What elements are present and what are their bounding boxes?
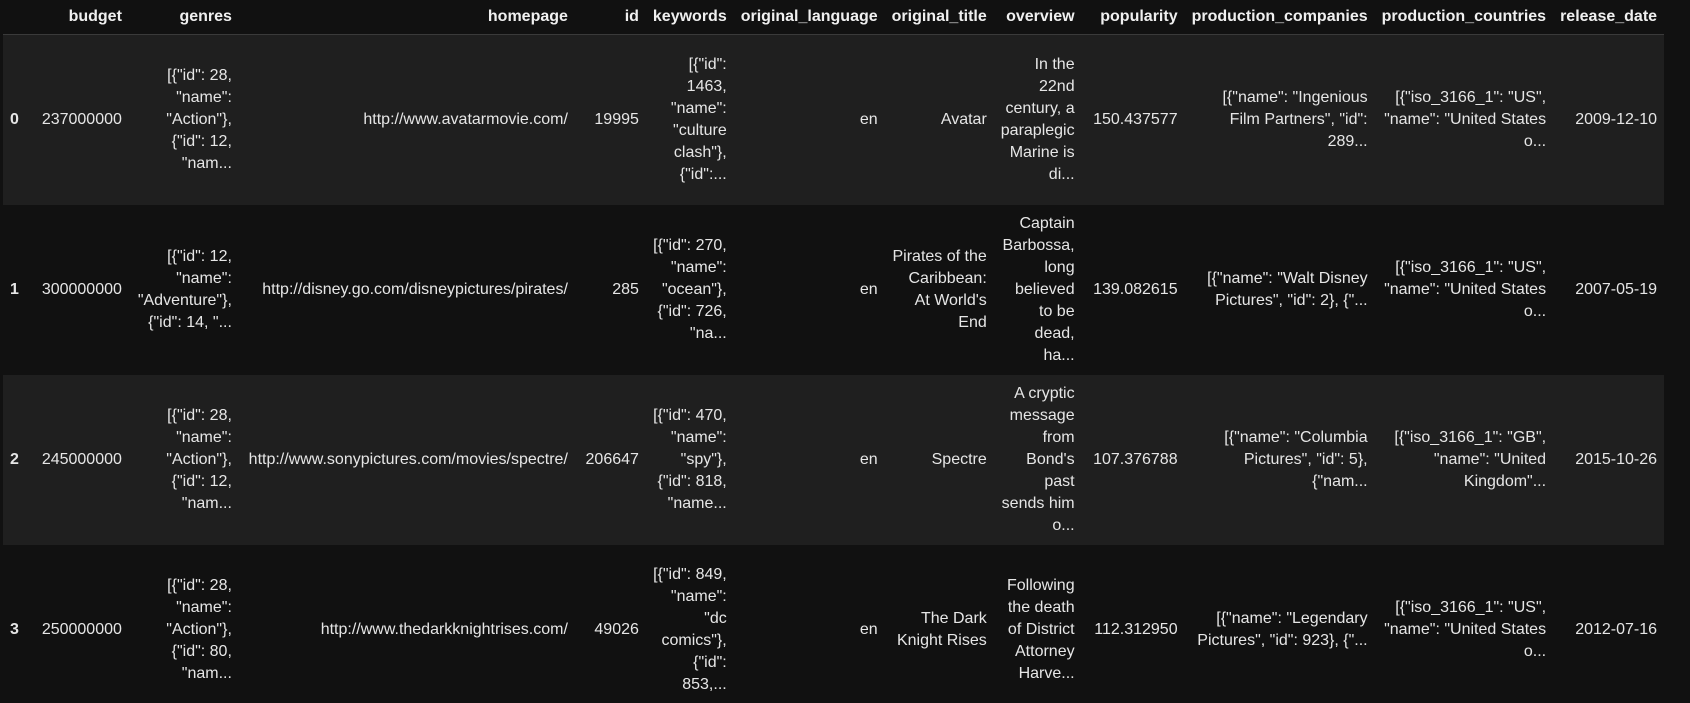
cell-genres: [{"id": 28, "name": "Action"}, {"id": 80… bbox=[129, 545, 239, 703]
cell-genres-text: [{"id": 28, "name": "Action"}, {"id": 12… bbox=[166, 406, 232, 512]
cell-keywords: [{"id": 270, "name": "ocean"}, {"id": 72… bbox=[646, 205, 734, 375]
cell-original-title-text: The Dark Knight Rises bbox=[896, 609, 987, 649]
cell-production-companies: [{"name": "Walt Disney Pictures", "id": … bbox=[1185, 205, 1375, 375]
cell-original-title: Pirates of the Caribbean: At World's End bbox=[885, 205, 994, 375]
cell-release-date: 2007-05-19 bbox=[1575, 280, 1658, 298]
cell-production-companies-text: [{"name": "Walt Disney Pictures", "id": … bbox=[1207, 269, 1368, 309]
cell-popularity: 139.082615 bbox=[1093, 280, 1178, 298]
cell-keywords-text: [{"id": 849, "name": "dc comics"}, {"id"… bbox=[653, 565, 727, 693]
cell-keywords: [{"id": 1463, "name": "culture clash"}, … bbox=[646, 35, 734, 205]
cell-production-companies-text: [{"name": "Columbia Pictures", "id": 5},… bbox=[1224, 428, 1368, 490]
row-index: 2 bbox=[10, 450, 19, 468]
cell-id: 49026 bbox=[594, 620, 639, 638]
col-header-original-title: original_title bbox=[884, 0, 994, 35]
cell-homepage: http://disney.go.com/disneypictures/pira… bbox=[262, 280, 568, 298]
cell-original-language: en bbox=[859, 110, 878, 128]
cell-budget: 237000000 bbox=[41, 110, 122, 128]
cell-keywords-text: [{"id": 1463, "name": "culture clash"}, … bbox=[670, 55, 727, 183]
cell-production-countries: [{"iso_3166_1": "GB", "name": "United Ki… bbox=[1375, 375, 1553, 545]
col-header-original-language: original_language bbox=[733, 0, 885, 35]
cell-original-title-text: Spectre bbox=[931, 450, 987, 468]
cell-overview: A cryptic message from Bond's past sends… bbox=[994, 375, 1082, 545]
cell-release-date: 2009-12-10 bbox=[1575, 110, 1658, 128]
cell-original-title-text: Pirates of the Caribbean: At World's End bbox=[892, 247, 987, 331]
table-row: 3 250000000 [{"id": 28, "name": "Action"… bbox=[3, 544, 1665, 703]
cell-keywords-text: [{"id": 270, "name": "ocean"}, {"id": 72… bbox=[653, 236, 727, 342]
cell-homepage: http://www.sonypictures.com/movies/spect… bbox=[248, 450, 568, 468]
cell-genres: [{"id": 28, "name": "Action"}, {"id": 12… bbox=[129, 375, 239, 545]
cell-production-countries: [{"iso_3166_1": "US", "name": "United St… bbox=[1375, 35, 1553, 205]
cell-production-countries-text: [{"iso_3166_1": "US", "name": "United St… bbox=[1384, 88, 1547, 150]
cell-overview-text: A cryptic message from Bond's past sends… bbox=[1001, 384, 1075, 534]
col-header-popularity: popularity bbox=[1081, 0, 1185, 35]
cell-original-title-text: Avatar bbox=[940, 110, 987, 128]
cell-release-date: 2015-10-26 bbox=[1575, 450, 1658, 468]
cell-genres: [{"id": 28, "name": "Action"}, {"id": 12… bbox=[129, 35, 239, 205]
cell-original-title: The Dark Knight Rises bbox=[885, 545, 994, 703]
cell-original-language: en bbox=[859, 280, 878, 298]
col-header-keywords: keywords bbox=[645, 0, 734, 35]
cell-budget: 245000000 bbox=[41, 450, 122, 468]
dataframe-table: budget genres homepage id keywords origi… bbox=[3, 0, 1665, 703]
cell-production-companies: [{"name": "Ingenious Film Partners", "id… bbox=[1185, 35, 1375, 205]
col-header-genres: genres bbox=[128, 0, 239, 35]
cell-overview-text: Captain Barbossa, long believed to be de… bbox=[1002, 214, 1075, 364]
cell-production-countries-text: [{"iso_3166_1": "GB", "name": "United Ki… bbox=[1394, 428, 1547, 490]
cell-overview: Following the death of District Attorney… bbox=[994, 545, 1082, 703]
col-header-homepage: homepage bbox=[238, 0, 575, 35]
cell-id: 206647 bbox=[585, 450, 639, 468]
row-index: 3 bbox=[10, 620, 19, 638]
table-row: 0 237000000 [{"id": 28, "name": "Action"… bbox=[3, 34, 1665, 205]
cell-production-companies: [{"name": "Legendary Pictures", "id": 92… bbox=[1185, 545, 1375, 703]
cell-original-title: Avatar bbox=[885, 35, 994, 205]
cell-genres-text: [{"id": 12, "name": "Adventure"}, {"id":… bbox=[137, 247, 232, 331]
cell-id: 285 bbox=[612, 280, 639, 298]
cell-overview: Captain Barbossa, long believed to be de… bbox=[994, 205, 1082, 375]
cell-id: 19995 bbox=[594, 110, 639, 128]
row-index: 1 bbox=[10, 280, 19, 298]
dataframe-output: budget genres homepage id keywords origi… bbox=[0, 0, 1690, 703]
cell-popularity: 150.437577 bbox=[1093, 110, 1178, 128]
cell-production-countries: [{"iso_3166_1": "US", "name": "United St… bbox=[1375, 545, 1553, 703]
cell-popularity: 107.376788 bbox=[1093, 450, 1178, 468]
cell-budget: 300000000 bbox=[41, 280, 122, 298]
cell-original-title: Spectre bbox=[885, 375, 994, 545]
index-header bbox=[3, 0, 26, 35]
cell-keywords-text: [{"id": 470, "name": "spy"}, {"id": 818,… bbox=[653, 406, 727, 512]
cell-production-companies-text: [{"name": "Ingenious Film Partners", "id… bbox=[1222, 88, 1368, 150]
col-header-budget: budget bbox=[25, 0, 129, 35]
cell-production-countries-text: [{"iso_3166_1": "US", "name": "United St… bbox=[1384, 598, 1547, 660]
cell-genres-text: [{"id": 28, "name": "Action"}, {"id": 12… bbox=[166, 66, 232, 172]
col-header-overview: overview bbox=[993, 0, 1082, 35]
cell-production-countries: [{"iso_3166_1": "US", "name": "United St… bbox=[1375, 205, 1553, 375]
cell-keywords: [{"id": 470, "name": "spy"}, {"id": 818,… bbox=[646, 375, 734, 545]
col-header-production-countries: production_countries bbox=[1374, 0, 1554, 35]
cell-overview-text: Following the death of District Attorney… bbox=[1007, 576, 1075, 682]
cell-genres: [{"id": 12, "name": "Adventure"}, {"id":… bbox=[129, 205, 239, 375]
cell-keywords: [{"id": 849, "name": "dc comics"}, {"id"… bbox=[646, 545, 734, 703]
col-header-production-companies: production_companies bbox=[1184, 0, 1375, 35]
cell-production-companies-text: [{"name": "Legendary Pictures", "id": 92… bbox=[1197, 609, 1368, 649]
cell-homepage: http://www.thedarkknightrises.com/ bbox=[320, 620, 568, 638]
cell-overview: In the 22nd century, a paraplegic Marine… bbox=[994, 35, 1082, 205]
cell-popularity: 112.312950 bbox=[1094, 620, 1178, 638]
cell-production-companies: [{"name": "Columbia Pictures", "id": 5},… bbox=[1185, 375, 1375, 545]
cell-homepage: http://www.avatarmovie.com/ bbox=[363, 110, 568, 128]
row-index: 0 bbox=[10, 110, 19, 128]
cell-overview-text: In the 22nd century, a paraplegic Marine… bbox=[1000, 55, 1075, 183]
cell-genres-text: [{"id": 28, "name": "Action"}, {"id": 80… bbox=[166, 576, 232, 682]
cell-original-language: en bbox=[859, 620, 878, 638]
table-row: 2 245000000 [{"id": 28, "name": "Action"… bbox=[3, 374, 1665, 545]
cell-original-language: en bbox=[859, 450, 878, 468]
col-header-release-date: release_date bbox=[1553, 0, 1665, 35]
header-row: budget genres homepage id keywords origi… bbox=[3, 0, 1665, 35]
cell-production-countries-text: [{"iso_3166_1": "US", "name": "United St… bbox=[1384, 258, 1547, 320]
cell-budget: 250000000 bbox=[41, 620, 122, 638]
table-row: 1 300000000 [{"id": 12, "name": "Adventu… bbox=[3, 204, 1665, 375]
col-header-id: id bbox=[574, 0, 646, 35]
cell-release-date: 2012-07-16 bbox=[1575, 620, 1658, 638]
